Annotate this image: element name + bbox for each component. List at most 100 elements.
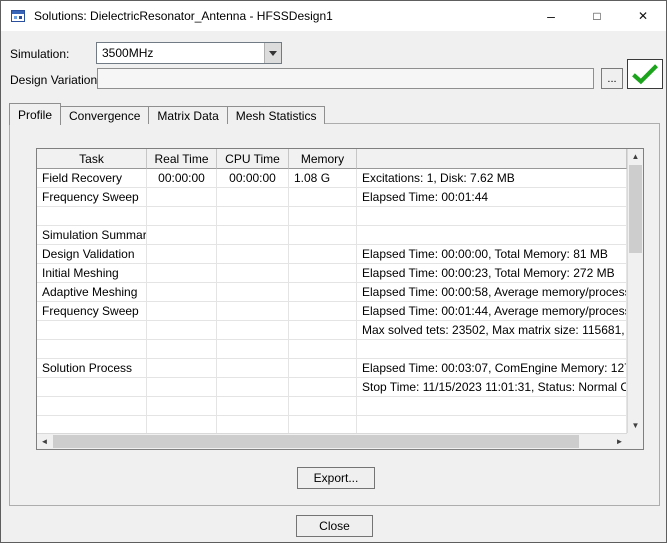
maximize-icon: □ [593, 10, 600, 22]
table-cell-cpu_time [217, 359, 289, 378]
table-row[interactable]: Solution ProcessElapsed Time: 00:03:07, … [37, 359, 627, 378]
table-cell-cpu_time [217, 321, 289, 340]
table-cell-real_time [147, 207, 217, 226]
table-cell-cpu_time [217, 245, 289, 264]
table-row[interactable]: Field Recovery00:00:0000:00:001.08 GExci… [37, 169, 627, 188]
table-cell-cpu_time [217, 416, 289, 433]
chevron-down-icon[interactable] [264, 43, 281, 63]
vertical-scroll-thumb[interactable] [629, 165, 642, 253]
table-row[interactable]: Stop Time: 11/15/2023 11:01:31, Status: … [37, 378, 627, 397]
table-cell-cpu_time [217, 188, 289, 207]
table-row[interactable]: Design Validation Elapsed Time: 00:00:00,… [37, 245, 627, 264]
table-cell-task: Frequency Sweep [37, 302, 147, 321]
solutions-dialog: Solutions: DielectricResonator_Antenna -… [0, 0, 667, 543]
table-cell-info [357, 340, 627, 359]
table-cell-cpu_time [217, 283, 289, 302]
scroll-up-icon[interactable]: ▲ [628, 149, 643, 164]
table-cell-cpu_time [217, 378, 289, 397]
table-cell-info: Excitations: 1, Disk: 7.62 MB [357, 169, 627, 188]
table-cell-info: Stop Time: 11/15/2023 11:01:31, Status: … [357, 378, 627, 397]
table-row[interactable] [37, 416, 627, 433]
browse-button[interactable]: ... [601, 68, 623, 89]
column-header-task[interactable]: Task [37, 149, 147, 169]
table-cell-memory [289, 340, 357, 359]
table-row[interactable]: Initial Meshing Elapsed Time: 00:00:23, T… [37, 264, 627, 283]
table-cell-info: Elapsed Time: 00:00:58, Average memory/p… [357, 283, 627, 302]
tab-mesh-statistics[interactable]: Mesh Statistics [227, 106, 326, 124]
profile-table-body: Field Recovery00:00:0000:00:001.08 GExci… [37, 169, 627, 433]
close-button[interactable]: Close [296, 515, 373, 537]
table-cell-memory [289, 264, 357, 283]
tab-strip: Profile Convergence Matrix Data Mesh Sta… [9, 103, 325, 124]
validate-button[interactable] [627, 59, 663, 89]
design-variation-field[interactable] [97, 68, 594, 89]
table-cell-task: Field Recovery [37, 169, 147, 188]
table-cell-real_time [147, 188, 217, 207]
table-cell-info [357, 207, 627, 226]
titlebar-close-button[interactable]: ✕ [620, 1, 666, 31]
profile-table-grid: TaskReal TimeCPU TimeMemory Field Recove… [37, 149, 627, 433]
table-row[interactable]: Simulation Summary [37, 226, 627, 245]
table-cell-cpu_time [217, 226, 289, 245]
caption-buttons: – □ ✕ [528, 1, 666, 31]
scroll-right-icon[interactable]: ► [612, 434, 627, 449]
simulation-dropdown[interactable]: 3500MHz [96, 42, 282, 64]
minimize-icon: – [547, 9, 555, 23]
profile-table: TaskReal TimeCPU TimeMemory Field Recove… [36, 148, 644, 450]
window-title: Solutions: DielectricResonator_Antenna -… [34, 9, 528, 23]
simulation-value: 3500MHz [97, 46, 264, 60]
scroll-corner [627, 433, 643, 449]
column-header-blank[interactable] [357, 149, 627, 169]
tab-convergence[interactable]: Convergence [60, 106, 149, 124]
table-row[interactable]: Frequency SweepElapsed Time: 00:01:44 [37, 188, 627, 207]
green-check-icon [631, 63, 659, 85]
table-cell-info: Elapsed Time: 00:00:00, Total Memory: 81… [357, 245, 627, 264]
table-cell-real_time [147, 397, 217, 416]
table-cell-info [357, 397, 627, 416]
vertical-scrollbar[interactable]: ▲ ▼ [627, 149, 643, 433]
table-cell-cpu_time [217, 397, 289, 416]
table-cell-task [37, 207, 147, 226]
scroll-left-icon[interactable]: ◄ [37, 434, 52, 449]
table-cell-task: Simulation Summary [37, 226, 147, 245]
table-cell-task: Design Validation [37, 245, 147, 264]
table-cell-memory [289, 378, 357, 397]
horizontal-scroll-thumb[interactable] [53, 435, 579, 448]
table-cell-info: Elapsed Time: 00:03:07, ComEngine Memory… [357, 359, 627, 378]
table-row[interactable]: Adaptive Meshing Elapsed Time: 00:00:58, … [37, 283, 627, 302]
table-row[interactable]: Frequency SweepElapsed Time: 00:01:44, A… [37, 302, 627, 321]
tab-profile[interactable]: Profile [9, 103, 61, 125]
column-header-memory[interactable]: Memory [289, 149, 357, 169]
table-cell-real_time [147, 264, 217, 283]
table-row[interactable] [37, 397, 627, 416]
table-row[interactable] [37, 207, 627, 226]
table-cell-task: Initial Meshing [37, 264, 147, 283]
table-row[interactable] [37, 340, 627, 359]
maximize-button[interactable]: □ [574, 1, 620, 31]
table-cell-info: Max solved tets: 23502, Max matrix size:… [357, 321, 627, 340]
table-row[interactable]: Max solved tets: 23502, Max matrix size:… [37, 321, 627, 340]
scroll-down-icon[interactable]: ▼ [628, 418, 643, 433]
export-button[interactable]: Export... [297, 467, 375, 489]
table-cell-real_time: 00:00:00 [147, 169, 217, 188]
horizontal-scrollbar[interactable]: ◄ ► [37, 433, 627, 449]
table-cell-memory [289, 359, 357, 378]
table-cell-real_time [147, 416, 217, 433]
table-cell-memory [289, 207, 357, 226]
table-cell-info: Elapsed Time: 00:00:23, Total Memory: 27… [357, 264, 627, 283]
column-header-real-time[interactable]: Real Time [147, 149, 217, 169]
table-cell-info [357, 226, 627, 245]
window-icon[interactable] [10, 8, 26, 24]
design-variation-label: Design Variation: [10, 73, 101, 87]
table-cell-task: Adaptive Meshing [37, 283, 147, 302]
minimize-button[interactable]: – [528, 1, 574, 31]
table-cell-real_time [147, 340, 217, 359]
close-icon: ✕ [638, 10, 648, 22]
table-cell-task [37, 378, 147, 397]
table-cell-task [37, 397, 147, 416]
table-cell-real_time [147, 283, 217, 302]
table-cell-memory [289, 416, 357, 433]
table-cell-memory [289, 321, 357, 340]
tab-matrix-data[interactable]: Matrix Data [148, 106, 227, 124]
column-header-cpu-time[interactable]: CPU Time [217, 149, 289, 169]
